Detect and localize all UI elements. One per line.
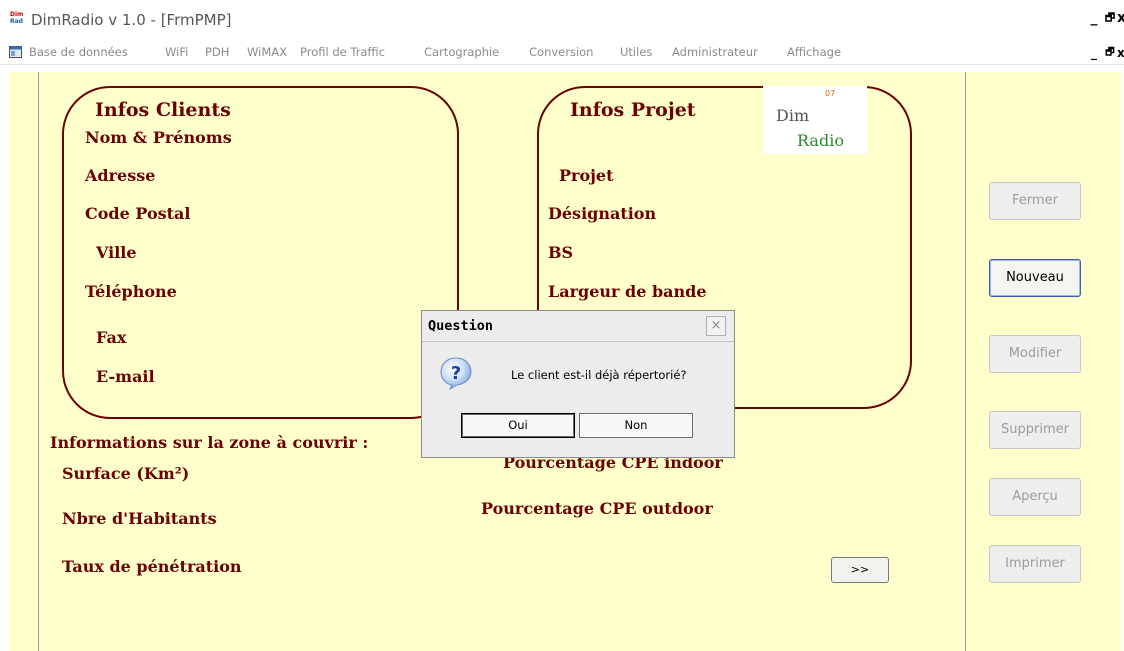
form-icon [9,46,22,58]
clients-heading: Infos Clients [95,99,231,121]
label-email: E-mail [96,367,155,386]
label-ville: Ville [96,243,137,262]
label-nbre-habitants: Nbre d'Habitants [62,509,217,528]
label-taux-penetration: Taux de pénétration [62,557,242,576]
logo-line2: Radio [797,131,844,150]
child-close-button[interactable]: x [1117,45,1124,61]
apercu-button[interactable]: Aperçu [989,478,1081,516]
zone-heading: Informations sur la zone à couvrir : [50,433,369,452]
fermer-button[interactable]: Fermer [989,182,1081,220]
question-icon: ? [440,357,472,390]
label-bs: BS [548,243,574,262]
restore-button[interactable]: 🗗 [1102,10,1118,26]
label-nom-prenoms: Nom & Prénoms [85,128,232,147]
label-cpe-outdoor: Pourcentage CPE outdoor [481,499,713,518]
app-icon-text-top: Dim [10,11,24,18]
menu-pdh[interactable]: PDH [205,45,229,59]
label-telephone: Téléphone [85,282,177,301]
dialog-message: Le client est-il déjà répertorié? [511,368,687,382]
dialog-title: Question [428,318,494,334]
menu-conversion[interactable]: Conversion [529,45,593,59]
projet-heading: Infos Projet [570,99,696,121]
nouveau-button[interactable]: Nouveau [989,259,1081,297]
menu-wimax[interactable]: WiMAX [247,45,287,59]
label-largeur-de-bande: Largeur de bande [548,282,707,301]
logo-line1: Dim [776,106,810,125]
close-button[interactable]: x [1117,10,1124,26]
non-button[interactable]: Non [579,413,693,438]
label-code-postal: Code Postal [85,204,191,223]
app-icon: Dim Rad [10,11,23,25]
form-border [38,72,39,651]
menu-utiles[interactable]: Utiles [620,45,652,59]
minimize-button[interactable]: _ [1086,10,1102,26]
logo-number: 07 [825,89,836,98]
imprimer-button[interactable]: Imprimer [989,545,1081,583]
menu-base-de-donnees[interactable]: Base de données [29,45,128,59]
panel-divider [965,72,966,651]
label-adresse: Adresse [85,166,156,185]
menu-administrateur[interactable]: Administrateur [672,45,758,59]
modifier-button[interactable]: Modifier [989,335,1081,373]
oui-button[interactable]: Oui [461,413,575,438]
child-restore-button[interactable]: 🗗 [1102,45,1118,61]
menu-affichage[interactable]: Affichage [787,45,841,59]
label-fax: Fax [96,328,127,347]
supprimer-button[interactable]: Supprimer [989,411,1081,449]
label-projet: Projet [559,166,614,185]
window-title: DimRadio v 1.0 - [FrmPMP] [31,11,232,29]
label-designation: Désignation [548,204,657,223]
svg-text:?: ? [451,363,461,384]
dialog-separator [422,341,734,342]
menu-cartographie[interactable]: Cartographie [424,45,499,59]
dialog-close-button[interactable]: × [706,316,726,336]
child-minimize-button[interactable]: _ [1086,45,1102,61]
menu-wifi[interactable]: WiFi [165,45,188,59]
menu-profil-de-traffic[interactable]: Profil de Traffic [300,45,385,59]
label-surface: Surface (Km²) [62,464,190,483]
next-button[interactable]: >> [831,557,889,583]
app-icon-text-bottom: Rad [10,18,23,25]
